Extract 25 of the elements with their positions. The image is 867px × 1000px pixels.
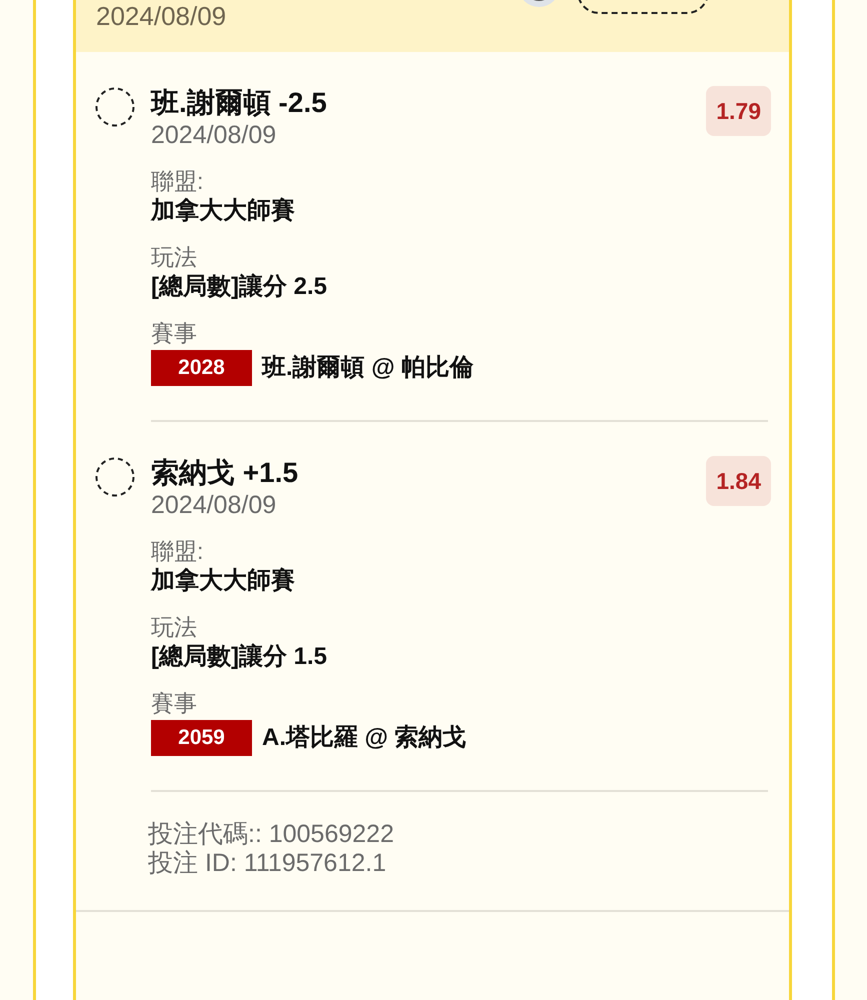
event-code-tag: 2028 [151, 350, 252, 386]
leg-date: 2024/08/09 [151, 490, 278, 520]
field-label: 玩法 [151, 613, 198, 642]
event-code-tag: 2059 [151, 720, 252, 756]
selection-title: 索納戈 +1.5 [151, 456, 298, 490]
field-label: 聯盟: [151, 167, 204, 196]
odds-badge: 1.84 [706, 456, 771, 506]
selection-title: 班.謝爾頓 -2.5 [151, 86, 327, 120]
event-name: 班.謝爾頓 @ 帕比倫 [262, 353, 474, 383]
field-label: 賽事 [151, 319, 198, 348]
field-value: [總局數]讓分 2.5 [151, 272, 328, 302]
field-value: 加拿大大師賽 [151, 196, 296, 226]
header-date: 2024/08/09 [96, 1, 226, 33]
radio-button[interactable] [94, 456, 136, 498]
field-value: [總局數]讓分 1.5 [151, 642, 328, 672]
bet-code: 投注代碼:: 100569222 [148, 820, 395, 849]
radio-button[interactable] [94, 86, 136, 128]
field-label: 賽事 [151, 689, 198, 718]
field-label: 玩法 [151, 243, 198, 272]
field-label: 聯盟: [151, 537, 204, 566]
bet-id: 投注 ID: 111957612.1 [148, 849, 388, 878]
odds-badge: 1.79 [706, 86, 771, 136]
event-name: A.塔比羅 @ 索納戈 [262, 723, 467, 753]
leg-date: 2024/08/09 [151, 120, 278, 150]
field-value: 加拿大大師賽 [151, 566, 296, 596]
